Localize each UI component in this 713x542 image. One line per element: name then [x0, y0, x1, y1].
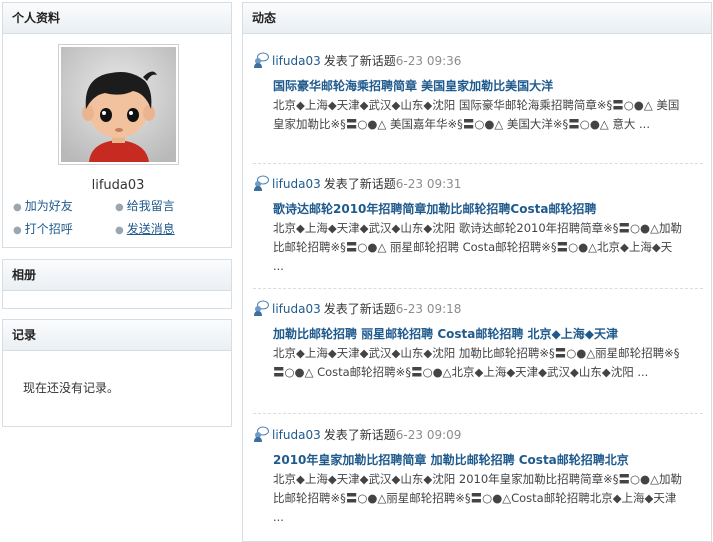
feed-user-link[interactable]: lifuda03	[272, 302, 321, 316]
avatar-image	[61, 47, 176, 162]
records-empty-text: 现在还没有记录。	[23, 381, 120, 395]
feed-title-link[interactable]: 加勒比邮轮招聘 丽星邮轮招聘 Costa邮轮招聘 北京◆上海◆天津	[273, 325, 703, 343]
feed-time: 6-23 09:18	[395, 302, 462, 316]
feed-user-link[interactable]: lifuda03	[272, 177, 321, 191]
feed-panel: 动态 lifuda03 发表了新话题6-23 09:36 国际豪华邮轮海乘招聘简章…	[242, 2, 712, 542]
divider	[253, 163, 703, 164]
divider	[253, 288, 703, 289]
feed-action-text: 发表了新话题	[323, 54, 396, 68]
feed-time: 6-23 09:31	[395, 177, 462, 191]
feed-time: 6-23 09:36	[395, 54, 462, 68]
feed-summary: 北京◆上海◆天津◆武汉◆山东◆沈阳 国际豪华邮轮海乘招聘简章※§〓○●△ 美国皇…	[273, 98, 680, 131]
feed-item: lifuda03 发表了新话题6-23 09:18 加勒比邮轮招聘 丽星邮轮招聘 …	[253, 300, 703, 382]
add-friend-link[interactable]: ● 加为好友	[13, 197, 73, 214]
feed-summary: 北京◆上海◆天津◆武汉◆山东◆沈阳 歌诗达邮轮2010年招聘简章※§〓○●△加勒…	[273, 221, 682, 273]
feed-title-link[interactable]: 2010年皇家加勒比招聘简章 加勒比邮轮招聘 Costa邮轮招聘北京	[273, 451, 703, 469]
feed-summary: 北京◆上海◆天津◆武汉◆山东◆沈阳 2010年皇家加勒比招聘简章※§〓○●△加勒…	[273, 472, 682, 524]
bullet-icon: ●	[115, 225, 124, 236]
feed-item: lifuda03 发表了新话题6-23 09:09 2010年皇家加勒比招聘简章 …	[253, 426, 703, 527]
feed-item: lifuda03 发表了新话题6-23 09:31 歌诗达邮轮2010年招聘简章加…	[253, 175, 703, 276]
records-panel: 记录 现在还没有记录。	[2, 319, 232, 427]
feed-time: 6-23 09:09	[395, 428, 462, 442]
bullet-icon: ●	[115, 202, 124, 213]
bullet-icon: ●	[13, 225, 22, 236]
profile-panel-title: 个人资料	[3, 3, 231, 34]
profile-panel: 个人资料 lifuda03 ● 加为好友 ● 给我留言 ● 打个招呼 ● 发送消…	[2, 2, 232, 248]
leave-message-link[interactable]: ● 给我留言	[115, 197, 175, 214]
album-panel: 相册	[2, 259, 232, 309]
feed-title-link[interactable]: 国际豪华邮轮海乘招聘简章 美国皇家加勒比美国大洋	[273, 77, 703, 95]
user-comment-icon	[254, 52, 269, 68]
user-comment-icon	[254, 175, 269, 191]
feed-user-link[interactable]: lifuda03	[272, 54, 321, 68]
bullet-icon: ●	[13, 202, 22, 213]
feed-action-text: 发表了新话题	[323, 428, 396, 442]
feed-action-text: 发表了新话题	[323, 302, 396, 316]
feed-title-link[interactable]: 歌诗达邮轮2010年招聘简章加勒比邮轮招聘Costa邮轮招聘	[273, 200, 703, 218]
user-comment-icon	[254, 426, 269, 442]
feed-item: lifuda03 发表了新话题6-23 09:36 国际豪华邮轮海乘招聘简章 美国…	[253, 52, 703, 134]
send-message-link[interactable]: ● 发送消息	[115, 220, 175, 237]
leave-message-label: 给我留言	[126, 199, 175, 213]
send-message-label: 发送消息	[126, 222, 175, 236]
divider	[253, 413, 703, 414]
feed-action-text: 发表了新话题	[323, 177, 396, 191]
feed-summary: 北京◆上海◆天津◆武汉◆山东◆沈阳 加勒比邮轮招聘※§〓○●△丽星邮轮招聘※§〓…	[273, 346, 680, 379]
feed-panel-title: 动态	[243, 3, 711, 34]
add-friend-label: 加为好友	[24, 199, 73, 213]
username: lifuda03	[91, 178, 145, 193]
album-panel-title: 相册	[3, 260, 231, 291]
records-panel-title: 记录	[3, 320, 231, 351]
avatar[interactable]	[58, 44, 179, 165]
greet-label: 打个招呼	[24, 222, 73, 236]
feed-user-link[interactable]: lifuda03	[272, 428, 321, 442]
greet-link[interactable]: ● 打个招呼	[13, 220, 73, 237]
user-comment-icon	[254, 300, 269, 316]
